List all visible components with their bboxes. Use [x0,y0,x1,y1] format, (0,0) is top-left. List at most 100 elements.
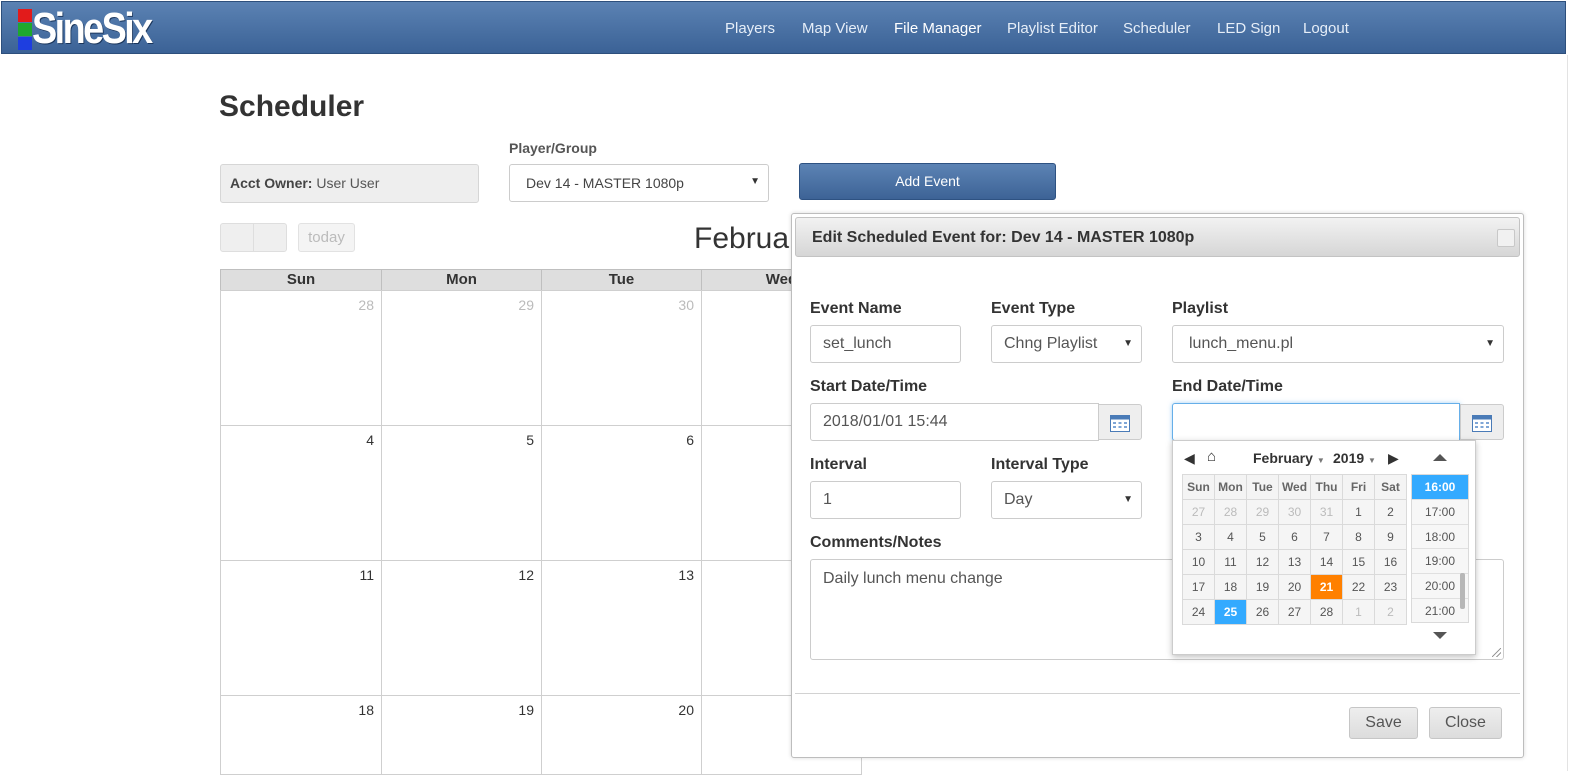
nav-item-led-sign[interactable]: LED Sign [1217,20,1280,37]
event-name-input[interactable]: set_lunch [810,325,961,363]
playlist-value: lunch_menu.pl [1189,335,1294,352]
player-group-select[interactable]: Dev 14 - MASTER 1080p ▼ [509,164,769,202]
page-scrollbar[interactable] [1567,55,1584,771]
close-button[interactable]: Close [1429,707,1502,739]
calendar-day-cell[interactable]: 6 [541,425,702,561]
picker-day[interactable]: 3 [1182,524,1215,550]
nav-item-logout[interactable]: Logout [1303,20,1349,37]
dialog-titlebar[interactable]: Edit Scheduled Event for: Dev 14 - MASTE… [795,217,1520,257]
calendar-header-mon: Mon [381,269,542,291]
nav-item-playlist-editor[interactable]: Playlist Editor [1007,20,1098,37]
picker-day[interactable]: 29 [1246,499,1279,525]
calendar-day-cell[interactable]: 18 [220,695,382,775]
picker-day[interactable]: 1 [1342,599,1375,625]
picker-weekday-header: Sun [1182,474,1215,500]
nav-item-players[interactable]: Players [725,20,775,37]
nav-item-map-view[interactable]: Map View [802,20,868,37]
picker-day[interactable]: 10 [1182,549,1215,575]
calendar-day-cell[interactable]: 28 [220,290,382,426]
calendar-day-cell[interactable]: 29 [381,290,542,426]
picker-day[interactable]: 27 [1278,599,1311,625]
picker-day[interactable]: 16 [1374,549,1407,575]
interval-type-select[interactable]: Day ▼ [991,481,1142,519]
picker-day-today[interactable]: 21 [1310,574,1343,600]
home-icon[interactable]: ⌂ [1207,448,1216,465]
time-scroll-up-icon[interactable] [1433,454,1447,461]
interval-input[interactable]: 1 [810,481,961,519]
time-option[interactable]: 17:00 [1412,499,1468,525]
time-scroll-down-icon[interactable] [1433,632,1447,639]
calendar-day-cell[interactable]: 20 [541,695,702,775]
resize-grip-icon[interactable] [1492,648,1501,657]
picker-day[interactable]: 2 [1374,599,1407,625]
calendar-day-number: 19 [518,702,534,718]
start-datetime-input[interactable]: 2018/01/01 15:44 [810,403,1099,441]
picker-day[interactable]: 24 [1182,599,1215,625]
interval-label: Interval [810,456,867,473]
picker-day[interactable]: 27 [1182,499,1215,525]
picker-day-selected[interactable]: 25 [1214,599,1247,625]
picker-day[interactable]: 8 [1342,524,1375,550]
picker-year-select[interactable]: 2019 ▼ [1333,450,1376,466]
top-navbar: SineSix Players Map View File Manager Pl… [1,1,1566,54]
picker-weekday-header: Wed [1278,474,1311,500]
picker-day[interactable]: 26 [1246,599,1279,625]
calendar-day-cell[interactable]: 12 [381,560,542,696]
event-type-select[interactable]: Chng Playlist ▼ [991,325,1142,363]
calendar-day-cell[interactable]: 19 [381,695,542,775]
picker-day[interactable]: 6 [1278,524,1311,550]
calendar-next-button[interactable] [253,223,287,252]
picker-day[interactable]: 15 [1342,549,1375,575]
time-option[interactable]: 19:00 [1412,549,1468,575]
next-month-icon[interactable]: ▶ [1388,450,1399,467]
nav-item-file-manager[interactable]: File Manager [894,20,982,37]
picker-day[interactable]: 31 [1310,499,1343,525]
playlist-select[interactable]: lunch_menu.pl ▼ [1172,325,1504,363]
time-list-scrollbar[interactable] [1460,573,1465,609]
nav-item-scheduler[interactable]: Scheduler [1123,20,1191,37]
sinesix-logo[interactable]: SineSix [18,4,178,53]
picker-day[interactable]: 1 [1342,499,1375,525]
picker-month-select[interactable]: February ▼ [1253,450,1325,466]
picker-day[interactable]: 14 [1310,549,1343,575]
picker-day[interactable]: 23 [1374,574,1407,600]
picker-day[interactable]: 7 [1310,524,1343,550]
picker-day[interactable]: 18 [1214,574,1247,600]
start-calendar-button[interactable] [1098,404,1142,440]
page-title: Scheduler [219,90,365,123]
calendar-day-number: 11 [359,567,374,583]
end-calendar-button[interactable] [1460,404,1504,440]
calendar-prev-button[interactable] [220,223,254,252]
add-event-button[interactable]: Add Event [799,163,1056,200]
picker-day[interactable]: 12 [1246,549,1279,575]
event-name-value: set_lunch [823,335,892,352]
picker-day[interactable]: 2 [1374,499,1407,525]
picker-day[interactable]: 4 [1214,524,1247,550]
calendar-day-cell[interactable]: 5 [381,425,542,561]
picker-day[interactable]: 20 [1278,574,1311,600]
dialog-close-icon[interactable] [1497,229,1515,247]
picker-day[interactable]: 28 [1214,499,1247,525]
time-option-selected[interactable]: 16:00 [1412,475,1468,500]
calendar-day-cell[interactable]: 30 [541,290,702,426]
picker-day[interactable]: 17 [1182,574,1215,600]
picker-day[interactable]: 28 [1310,599,1343,625]
logo-red-square [18,9,32,22]
calendar-day-cell[interactable]: 13 [541,560,702,696]
picker-weekday-header: Mon [1214,474,1247,500]
picker-day[interactable]: 11 [1214,549,1247,575]
interval-type-label: Interval Type [991,456,1089,473]
picker-day[interactable]: 22 [1342,574,1375,600]
picker-day[interactable]: 5 [1246,524,1279,550]
prev-month-icon[interactable]: ◀ [1184,450,1195,467]
end-datetime-input[interactable] [1172,403,1460,441]
picker-day[interactable]: 9 [1374,524,1407,550]
calendar-day-cell[interactable]: 11 [220,560,382,696]
picker-day[interactable]: 19 [1246,574,1279,600]
calendar-day-cell[interactable]: 4 [220,425,382,561]
calendar-today-button[interactable]: today [298,223,355,252]
picker-day[interactable]: 30 [1278,499,1311,525]
picker-day[interactable]: 13 [1278,549,1311,575]
save-button[interactable]: Save [1349,707,1418,739]
time-option[interactable]: 18:00 [1412,524,1468,550]
